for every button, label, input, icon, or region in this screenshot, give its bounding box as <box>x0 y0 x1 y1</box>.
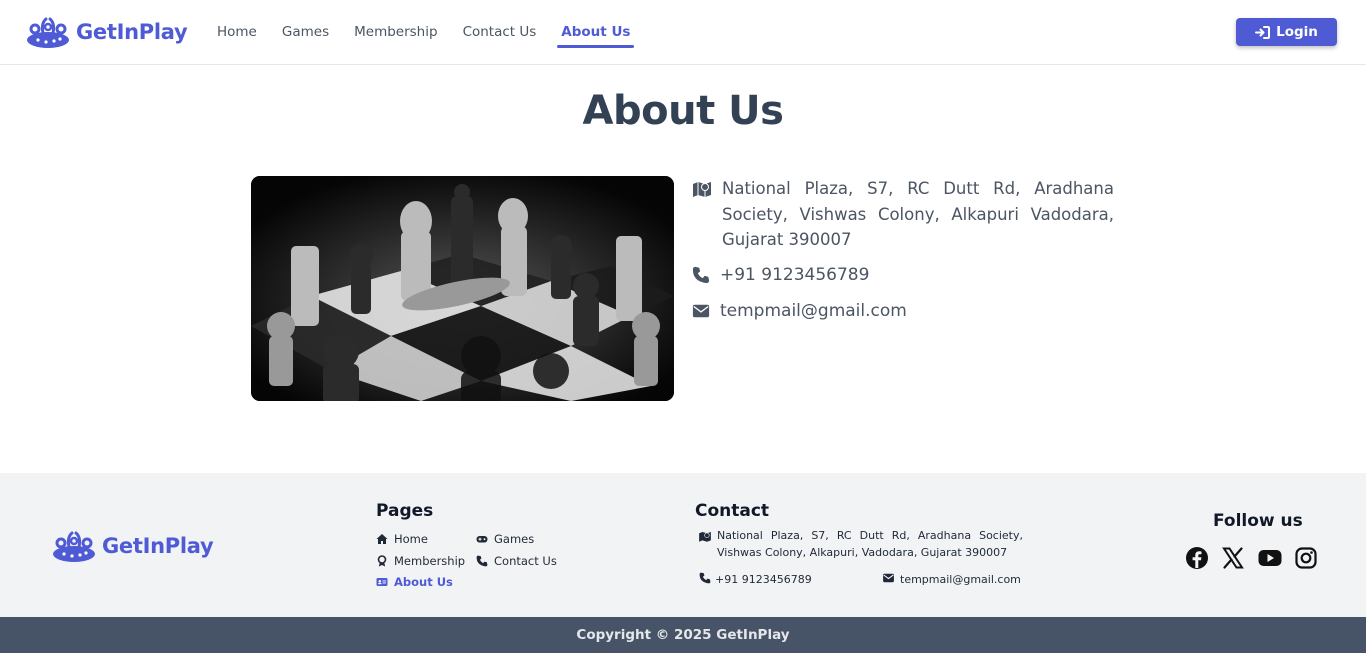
footer-pages-heading: Pages <box>376 501 434 521</box>
facebook-icon[interactable] <box>1185 546 1209 570</box>
footer-address-text: National Plaza, S7, RC Dutt Rd, Aradhana… <box>717 529 1023 559</box>
footer-brand-logo[interactable]: GetInPlay <box>52 529 214 563</box>
email-row: tempmail@gmail.com <box>692 299 907 323</box>
phone-icon <box>699 572 711 584</box>
instagram-icon[interactable] <box>1294 546 1318 570</box>
brand-logo-icon <box>53 531 95 562</box>
login-label: Login <box>1276 24 1318 40</box>
footer-link-contact-us[interactable]: Contact Us <box>476 554 557 568</box>
home-icon <box>376 534 388 544</box>
footer-link-contact-us-label: Contact Us <box>494 554 557 568</box>
site-footer: GetInPlay Pages Home Games Membership Co… <box>0 473 1366 617</box>
footer-email-text: tempmail@gmail.com <box>900 573 1021 586</box>
envelope-icon <box>883 573 894 583</box>
phone-icon <box>476 555 488 567</box>
map-location-icon <box>699 531 711 542</box>
footer-brand-name: GetInPlay <box>102 534 214 558</box>
chess-board-photo <box>251 176 674 401</box>
brand-logo-icon <box>27 17 69 48</box>
email-text: tempmail@gmail.com <box>720 301 907 321</box>
brand-name: GetInPlay <box>76 20 188 44</box>
envelope-icon <box>692 304 710 318</box>
main-nav: Home Games Membership Contact Us About U… <box>217 0 655 64</box>
footer-link-games-label: Games <box>494 532 535 546</box>
address-text: National Plaza, S7, RC Dutt Rd, Aradhana… <box>722 179 1114 249</box>
top-navbar: GetInPlay Home Games Membership Contact … <box>0 0 1366 65</box>
x-twitter-icon[interactable] <box>1221 546 1245 570</box>
footer-link-home-label: Home <box>394 532 428 546</box>
phone-text: +91 9123456789 <box>720 265 870 285</box>
award-icon <box>377 555 387 567</box>
map-location-icon <box>693 182 711 197</box>
nav-item-contact-us[interactable]: Contact Us <box>463 0 537 64</box>
footer-follow-heading: Follow us <box>1213 511 1303 531</box>
gamepad-icon <box>476 536 488 543</box>
footer-contact-heading: Contact <box>695 501 770 521</box>
copyright-text: Copyright © 2025 GetInPlay <box>576 627 790 643</box>
copyright-bar: Copyright © 2025 GetInPlay <box>0 617 1366 653</box>
nav-item-home[interactable]: Home <box>217 0 257 64</box>
phone-row: +91 9123456789 <box>692 263 869 287</box>
nav-item-games[interactable]: Games <box>282 0 329 64</box>
footer-link-home[interactable]: Home <box>376 532 428 546</box>
footer-link-membership-label: Membership <box>394 554 466 568</box>
address-row: National Plaza, S7, RC Dutt Rd, Aradhana… <box>692 176 1114 253</box>
brand-logo[interactable]: GetInPlay <box>26 15 188 49</box>
nav-item-about-us[interactable]: About Us <box>557 0 635 64</box>
footer-link-games[interactable]: Games <box>476 532 534 546</box>
footer-link-membership[interactable]: Membership <box>376 554 465 568</box>
sign-in-icon <box>1255 25 1271 39</box>
footer-phone-text: +91 9123456789 <box>715 573 812 586</box>
page-title: About Us <box>582 88 784 134</box>
footer-link-about-us-label: About Us <box>394 575 453 589</box>
nav-item-membership[interactable]: Membership <box>354 0 437 64</box>
id-card-icon <box>376 578 388 586</box>
youtube-icon[interactable] <box>1258 546 1282 570</box>
footer-link-about-us[interactable]: About Us <box>376 575 453 589</box>
login-button[interactable]: Login <box>1236 18 1337 46</box>
phone-icon <box>692 266 710 284</box>
